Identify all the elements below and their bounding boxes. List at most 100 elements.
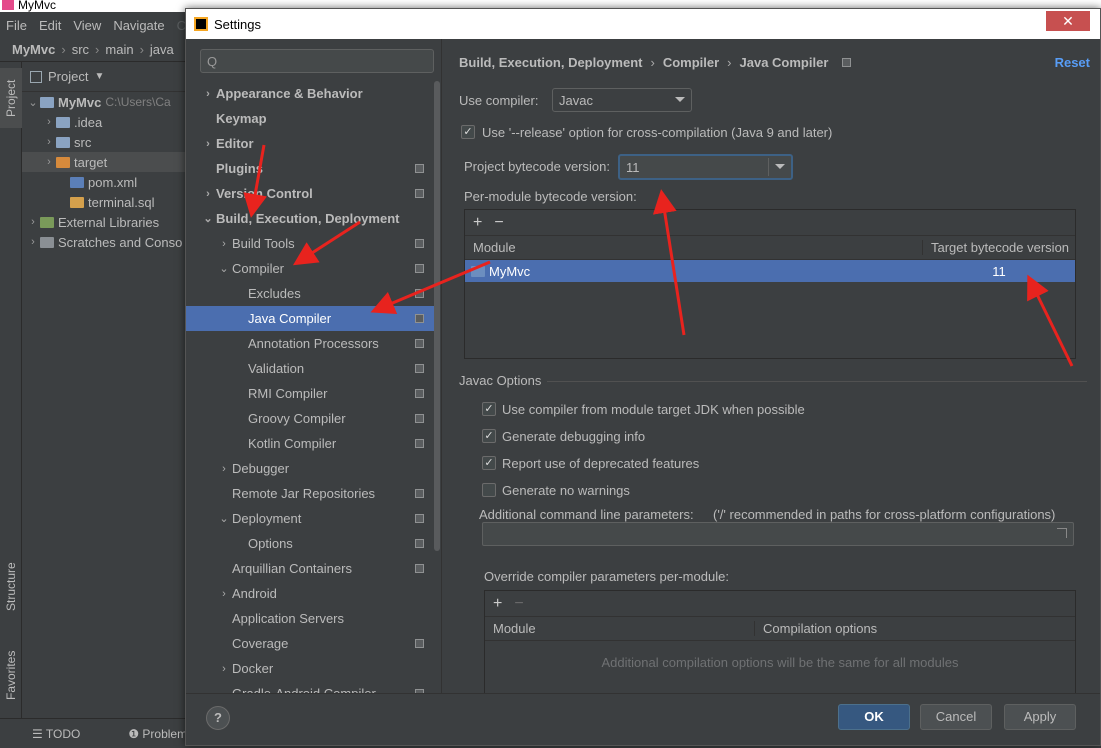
chevron-down-icon[interactable]: ⌄ [216,512,232,525]
settings-tree-item[interactable]: Annotation Processors [186,331,434,356]
per-module-label: Per-module bytecode version: [464,189,637,204]
breadcrumb-separator: › [139,42,144,57]
settings-tree-item[interactable]: › Editor [186,131,434,156]
cancel-button[interactable]: Cancel [920,704,992,730]
settings-tree-item[interactable]: Arquillian Containers [186,556,434,581]
settings-tree-item[interactable]: Java Compiler [186,306,434,331]
project-tree-item[interactable]: pom.xml [22,172,192,192]
module-target-version[interactable]: 11 [923,264,1075,279]
project-bytecode-select[interactable]: 11 [618,154,793,180]
project-level-settings-icon [415,164,424,173]
project-header[interactable]: Project ▼ [22,62,192,92]
chevron-right-icon[interactable]: › [216,463,232,475]
chevron-right-icon[interactable]: › [26,216,40,228]
chevron-right-icon[interactable]: › [216,663,232,675]
menu-item-view[interactable]: View [67,18,107,33]
column-target-bytecode[interactable]: Target bytecode version [923,240,1075,255]
settings-tree-item[interactable]: Plugins [186,156,434,181]
settings-tree-item[interactable]: › Docker [186,656,434,681]
column-compilation-options[interactable]: Compilation options [755,621,1075,636]
column-module[interactable]: Module [465,240,923,255]
sidebar-scrollbar[interactable] [434,81,440,551]
menu-item-edit[interactable]: Edit [33,18,67,33]
remove-icon[interactable]: − [494,214,503,232]
project-level-settings-icon [415,364,424,373]
breadcrumb-item[interactable]: MyMvc [12,42,55,57]
option-checkbox-no-warnings[interactable] [482,483,496,497]
settings-tree-item[interactable]: Application Servers [186,606,434,631]
ok-button[interactable]: OK [838,704,910,730]
todo-tab[interactable]: ☰ TODO [32,727,104,741]
settings-tree-item[interactable]: › Version Control [186,181,434,206]
expand-icon[interactable] [1057,528,1067,538]
option-checkbox-deprecated[interactable]: ✓ [482,456,496,470]
additional-params-input[interactable] [482,522,1074,546]
reset-link[interactable]: Reset [1055,55,1090,70]
chevron-down-icon[interactable]: ⌄ [216,262,232,275]
column-module[interactable]: Module [485,621,755,636]
ide-window-title: MyMvc [18,0,56,12]
chevron-right-icon[interactable]: › [26,236,40,248]
settings-tree-item[interactable]: Remote Jar Repositories [186,481,434,506]
settings-tree-item[interactable]: Excludes [186,281,434,306]
settings-tree-item[interactable]: Validation [186,356,434,381]
settings-tree-item[interactable]: › Build Tools [186,231,434,256]
chevron-right-icon[interactable]: › [200,138,216,150]
chevron-right-icon[interactable]: › [42,156,56,168]
settings-tree-item[interactable]: Options [186,531,434,556]
chevron-down-icon[interactable]: ▼ [94,71,104,82]
chevron-down-icon[interactable]: ⌄ [200,212,216,225]
menu-item-navigate[interactable]: Navigate [107,18,170,33]
settings-tree-item[interactable]: ⌄ Build, Execution, Deployment [186,206,434,231]
chevron-right-icon[interactable]: › [216,238,232,250]
chevron-right-icon[interactable]: › [216,588,232,600]
settings-tree-item[interactable]: › Debugger [186,456,434,481]
project-tree-item[interactable]: › External Libraries [22,212,192,232]
add-icon[interactable]: + [493,595,502,613]
add-icon[interactable]: + [473,214,482,232]
use-compiler-label: Use compiler: [459,93,539,108]
project-tree-item[interactable]: terminal.sql [22,192,192,212]
close-button[interactable]: ✕ [1046,11,1090,31]
project-tree-label: src [74,134,92,150]
settings-tree-item[interactable]: › Appearance & Behavior [186,81,434,106]
settings-tree-item[interactable]: ⌄ Deployment [186,506,434,531]
option-checkbox-target-jdk[interactable]: ✓ [482,402,496,416]
settings-tree-item[interactable]: Groovy Compiler [186,406,434,431]
chevron-right-icon[interactable]: › [42,136,56,148]
chevron-right-icon[interactable]: › [42,116,56,128]
tool-tab-project[interactable]: Project [0,68,22,128]
settings-search-input[interactable]: Q [200,49,434,73]
project-tree-item[interactable]: ⌄ MyMvc C:\Users\Ca [22,92,192,112]
project-tree-label: MyMvc [58,94,102,110]
project-tree-item[interactable]: › Scratches and Conso [22,232,192,252]
project-level-settings-icon [415,489,424,498]
use-compiler-select[interactable]: Javac [552,88,692,112]
apply-button[interactable]: Apply [1004,704,1076,730]
option-label-deprecated: Report use of deprecated features [502,456,700,471]
project-tree-item[interactable]: › target [22,152,192,172]
chevron-right-icon[interactable]: › [200,88,216,100]
dialog-title-bar[interactable]: Settings ✕ [186,9,1100,39]
release-option-checkbox[interactable]: ✓ [461,125,475,139]
breadcrumb-item[interactable]: java [150,42,174,57]
chevron-right-icon[interactable]: › [200,188,216,200]
table-row[interactable]: MyMvc 11 [465,260,1075,282]
settings-tree-item[interactable]: Coverage [186,631,434,656]
help-button[interactable]: ? [206,706,230,730]
tool-tab-favorites[interactable]: Favorites [0,640,22,710]
tool-tab-structure[interactable]: Structure [0,552,22,622]
project-tree-item[interactable]: › src [22,132,192,152]
settings-tree-item[interactable]: RMI Compiler [186,381,434,406]
chevron-down-icon[interactable]: ⌄ [26,96,40,109]
breadcrumb-item[interactable]: main [105,42,133,57]
settings-tree-label: Compiler [232,261,285,276]
settings-tree-item[interactable]: ⌄ Compiler [186,256,434,281]
option-checkbox-debug-info[interactable]: ✓ [482,429,496,443]
settings-tree-item[interactable]: Keymap [186,106,434,131]
breadcrumb-item[interactable]: src [72,42,89,57]
menu-item-file[interactable]: File [0,18,33,33]
settings-tree-item[interactable]: › Android [186,581,434,606]
settings-tree-item[interactable]: Kotlin Compiler [186,431,434,456]
project-tree-item[interactable]: › .idea [22,112,192,132]
